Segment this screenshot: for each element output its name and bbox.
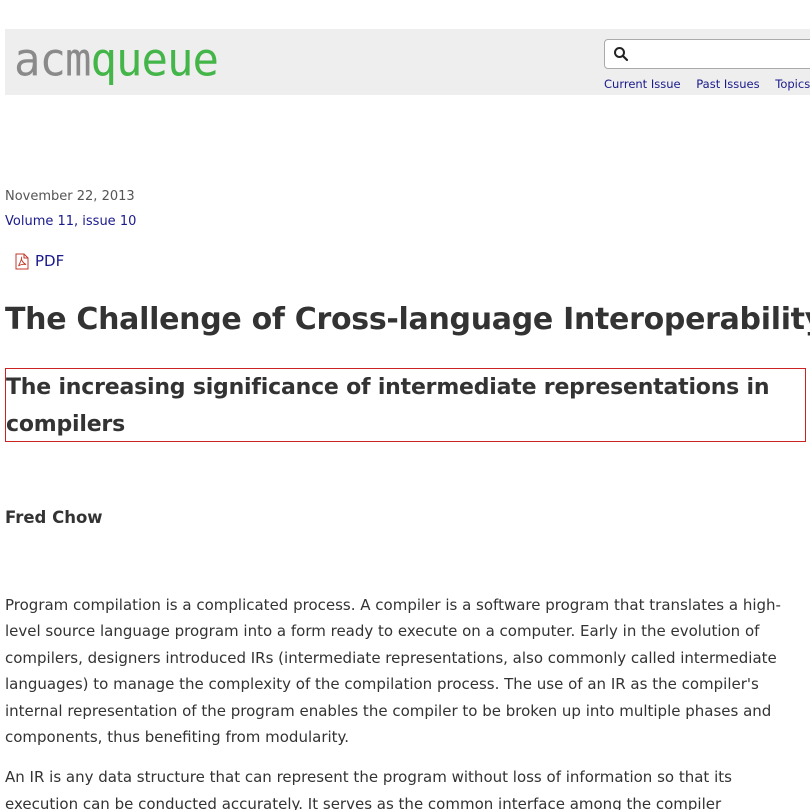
body-paragraph: An IR is any data structure that can rep… xyxy=(5,768,732,810)
body-paragraph: Program compilation is a complicated pro… xyxy=(5,596,781,747)
subtitle-highlight-box: The increasing significance of intermedi… xyxy=(5,368,806,442)
pdf-label: PDF xyxy=(35,252,65,270)
acm-queue-logo[interactable]: acmqueue xyxy=(14,33,219,88)
nav-topics[interactable]: Topics xyxy=(775,77,810,91)
volume-issue-link[interactable]: Volume 11, issue 10 xyxy=(5,214,136,229)
pdf-link[interactable]: PDF xyxy=(15,252,64,270)
article-subtitle: The increasing significance of intermedi… xyxy=(6,375,770,437)
nav-past-issues[interactable]: Past Issues xyxy=(696,77,759,91)
page: acmqueue Current Issue Past Issues Topic… xyxy=(0,0,810,810)
site-header: acmqueue Current Issue Past Issues Topic… xyxy=(5,29,810,95)
publish-date: November 22, 2013 xyxy=(5,189,135,204)
search-input[interactable] xyxy=(635,42,810,68)
top-nav: Current Issue Past Issues Topics xyxy=(604,77,810,91)
search-icon[interactable] xyxy=(613,46,629,62)
article-body: Program compilation is a complicated pro… xyxy=(5,592,805,810)
logo-queue-text: queue xyxy=(90,33,218,88)
article-author: Fred Chow xyxy=(5,508,103,527)
article-title: The Challenge of Cross-language Interope… xyxy=(5,302,810,337)
pdf-icon xyxy=(15,253,29,269)
logo-acm-text: acm xyxy=(14,33,91,88)
search-box[interactable] xyxy=(604,39,810,69)
nav-current-issue[interactable]: Current Issue xyxy=(604,77,681,91)
